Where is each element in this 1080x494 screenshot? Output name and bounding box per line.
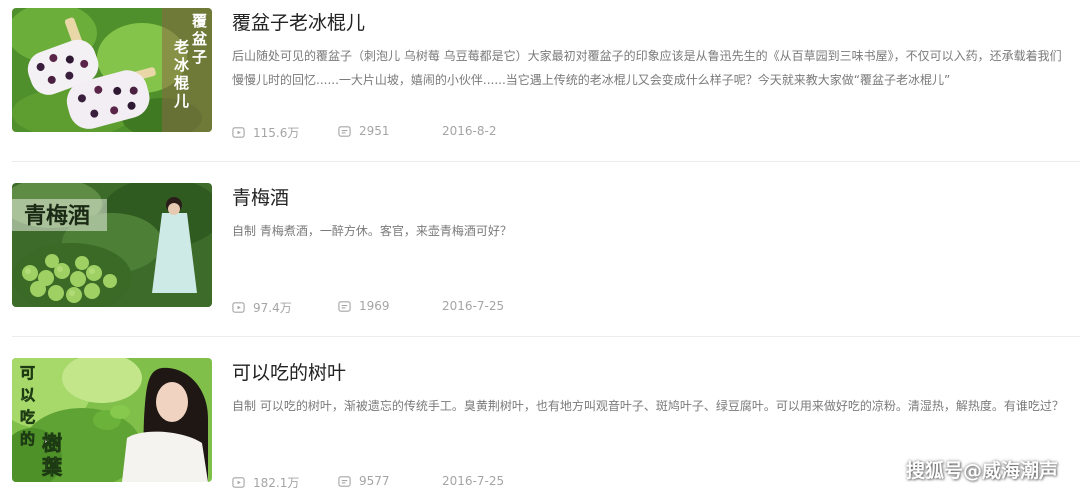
publish-date: 2016-8-2 [442, 124, 497, 138]
svg-text:葉: 葉 [41, 455, 63, 479]
svg-text:盆: 盆 [191, 30, 208, 48]
svg-text:可: 可 [20, 364, 35, 382]
play-icon [232, 477, 245, 488]
video-description: 自制 青梅煮酒，一醉方休。客官，来壶青梅酒可好？ [232, 224, 512, 238]
play-count: 182.1万 [232, 474, 299, 491]
comment-count: 2951 [338, 124, 390, 138]
comment-count-value: 9577 [359, 474, 390, 488]
play-icon [232, 127, 245, 138]
play-count: 115.6万 [232, 124, 299, 141]
thumbnail-title: 青梅酒 [24, 203, 90, 229]
svg-text:吃: 吃 [20, 408, 35, 426]
comment-icon [338, 300, 351, 312]
comment-count: 1969 [338, 299, 390, 313]
play-count-value: 182.1万 [253, 476, 300, 490]
video-description: 自制 可以吃的树叶，渐被遗忘的传统手工。臭黄荆树叶，也有地方叫观音叶子、斑鸠叶子… [232, 399, 1064, 413]
svg-text:棍: 棍 [174, 74, 189, 92]
play-icon [232, 302, 245, 313]
svg-text:的: 的 [20, 430, 35, 448]
video-title[interactable]: 覆盆子老冰棍儿 [232, 8, 365, 35]
divider [12, 336, 1080, 337]
thumbnail-image-raspberry-popsicle: 覆 盆 子 老 冰 棍 儿 [12, 8, 212, 132]
video-title[interactable]: 青梅酒 [232, 183, 289, 210]
svg-text:儿: 儿 [173, 92, 189, 110]
publish-date: 2016-7-25 [442, 299, 505, 313]
play-count-value: 115.6万 [253, 126, 300, 140]
watermark: 搜狐号@威海潮声 [905, 460, 1058, 482]
svg-text:樹: 樹 [42, 431, 62, 455]
thumbnail-image-green-plum: 青梅酒 [12, 183, 212, 307]
svg-text:老: 老 [173, 38, 189, 56]
video-thumbnail[interactable]: 可 以 吃 的 樹 葉 [12, 358, 212, 482]
comment-count: 9577 [338, 474, 390, 488]
comment-icon [338, 125, 351, 137]
comment-count-value: 2951 [359, 124, 390, 138]
video-title[interactable]: 可以吃的树叶 [232, 358, 346, 385]
publish-date: 2016-7-25 [442, 474, 505, 488]
svg-text:以: 以 [20, 386, 35, 404]
thumbnail-image-edible-leaves: 可 以 吃 的 樹 葉 [12, 358, 212, 482]
thumbnail-title-char: 覆 [192, 12, 208, 30]
divider [12, 161, 1080, 162]
comment-count-value: 1969 [359, 299, 390, 313]
svg-text:冰: 冰 [174, 56, 190, 74]
video-thumbnail[interactable]: 覆 盆 子 老 冰 棍 儿 [12, 8, 212, 132]
play-count: 97.4万 [232, 299, 292, 316]
video-description: 后山随处可见的覆盆子（刺泡儿 乌树莓 乌豆莓都是它）大家最初对覆盆子的印象应该是… [232, 49, 1062, 87]
svg-text:子: 子 [192, 48, 207, 66]
play-count-value: 97.4万 [253, 301, 292, 315]
video-thumbnail[interactable]: 青梅酒 [12, 183, 212, 307]
comment-icon [338, 475, 351, 487]
